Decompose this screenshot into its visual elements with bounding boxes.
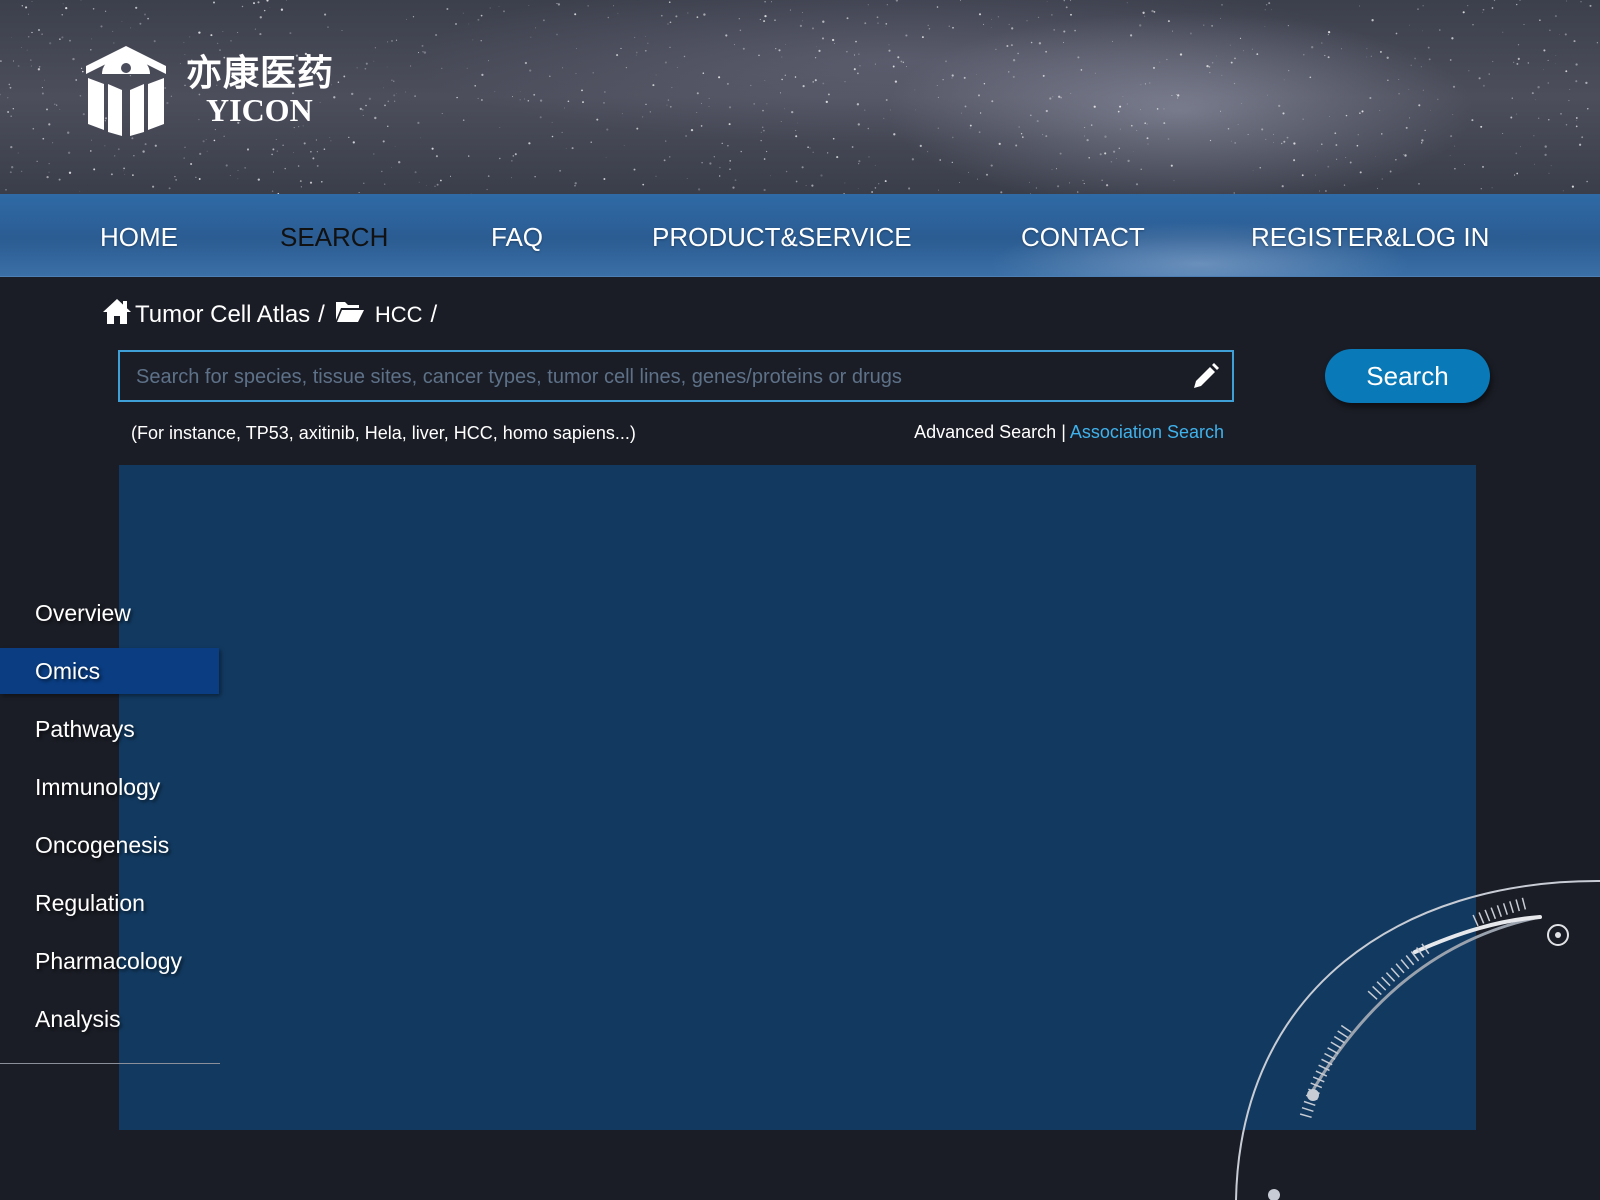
nav-register-login[interactable]: REGISTER&LOG IN — [1251, 222, 1489, 253]
nav-home[interactable]: HOME — [100, 222, 178, 253]
breadcrumb: Tumor Cell Atlas / HCC / — [101, 297, 447, 332]
header-banner: 亦康医药 YICON — [0, 0, 1600, 194]
folder-open-icon[interactable] — [335, 299, 365, 330]
brand-logo[interactable]: 亦康医药 YICON — [84, 44, 334, 138]
sidebar-divider — [0, 1063, 220, 1064]
search-links-divider: | — [1061, 422, 1066, 442]
brand-name-cn: 亦康医药 — [186, 53, 335, 94]
sidebar-item-immunology[interactable]: Immunology — [0, 764, 220, 810]
sidebar: Overview Omics Pathways Immunology Oncog… — [0, 590, 220, 1054]
breadcrumb-tumor-cell-atlas[interactable]: Tumor Cell Atlas — [135, 301, 310, 329]
breadcrumb-hcc[interactable]: HCC — [375, 302, 423, 328]
home-icon[interactable] — [101, 297, 133, 332]
nav-search[interactable]: SEARCH — [280, 222, 388, 253]
nav-product-service[interactable]: PRODUCT&SERVICE — [652, 222, 912, 253]
sidebar-item-omics[interactable]: Omics — [0, 648, 219, 694]
yicon-logo-icon — [86, 46, 166, 136]
association-search-link[interactable]: Association Search — [1070, 422, 1224, 442]
sidebar-item-pharmacology[interactable]: Pharmacology — [0, 938, 220, 984]
sidebar-item-analysis[interactable]: Analysis — [0, 996, 220, 1042]
pencil-icon[interactable] — [1190, 362, 1220, 397]
breadcrumb-separator: / — [430, 300, 438, 328]
search-box — [118, 350, 1234, 402]
main-nav: HOME SEARCH FAQ PRODUCT&SERVICE CONTACT … — [0, 194, 1600, 277]
sidebar-item-oncogenesis[interactable]: Oncogenesis — [0, 822, 220, 868]
search-hint: (For instance, TP53, axitinib, Hela, liv… — [131, 423, 636, 443]
search-button[interactable]: Search — [1325, 349, 1490, 403]
advanced-search-link[interactable]: Advanced Search — [914, 422, 1056, 442]
decorative-arc — [1235, 879, 1600, 1200]
sidebar-item-regulation[interactable]: Regulation — [0, 880, 220, 926]
search-input[interactable] — [134, 352, 1178, 402]
sidebar-item-pathways[interactable]: Pathways — [0, 706, 220, 752]
nav-faq[interactable]: FAQ — [491, 222, 543, 253]
sidebar-item-overview[interactable]: Overview — [0, 590, 220, 636]
breadcrumb-separator: / — [318, 300, 325, 328]
search-links: Advanced Search | Association Search — [914, 422, 1224, 443]
brand-name-en: YICON — [206, 92, 313, 128]
nav-contact[interactable]: CONTACT — [1021, 222, 1145, 253]
